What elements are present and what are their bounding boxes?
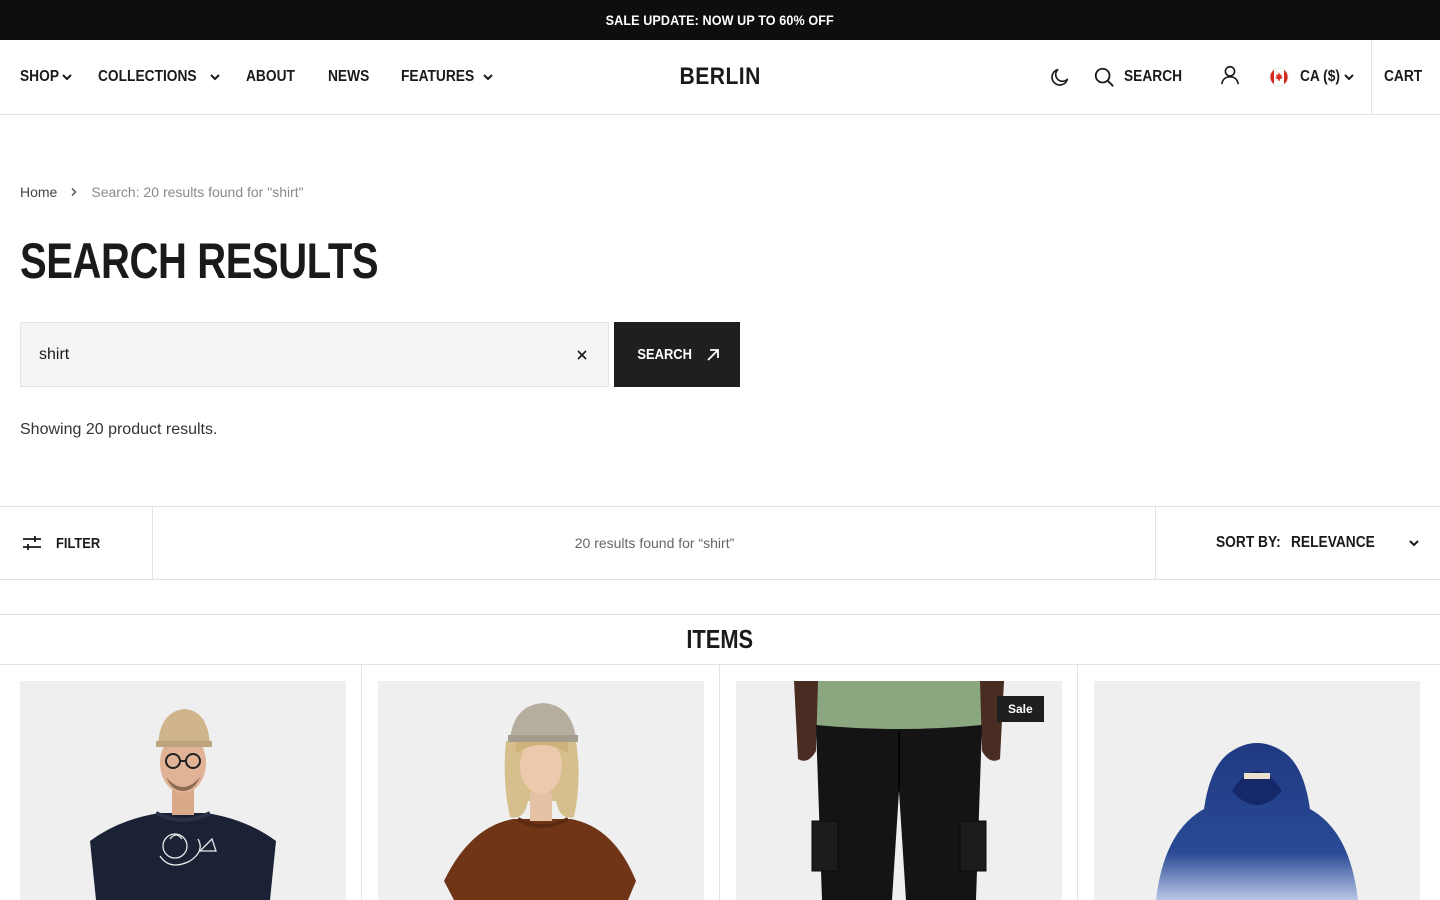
cart-button[interactable]: CART <box>1371 40 1440 114</box>
search-submit-button[interactable]: SEARCH <box>614 322 740 387</box>
breadcrumb: Home Search: 20 results found for "shirt… <box>20 184 304 200</box>
nav-features[interactable]: FEATURES <box>401 68 494 86</box>
filter-label: FILTER <box>56 534 101 552</box>
nav-about[interactable]: ABOUT <box>246 68 303 86</box>
grid-divider <box>361 665 362 900</box>
clear-search-button[interactable] <box>574 347 590 363</box>
breadcrumb-home[interactable]: Home <box>20 184 57 200</box>
close-icon <box>577 350 587 360</box>
product-image-woman-brown-tee <box>378 681 704 900</box>
grid-divider <box>719 665 720 900</box>
chevron-right-icon <box>69 187 79 197</box>
cart-label: CART <box>1383 68 1422 85</box>
header-search-label: SEARCH <box>1123 68 1183 85</box>
filter-button[interactable]: FILTER <box>0 507 153 579</box>
main-nav: SHOP COLLECTIONS ABOUT NEWS FEATURES <box>20 40 519 114</box>
breadcrumb-current: Search: 20 results found for "shirt" <box>91 184 304 200</box>
chevron-down-icon <box>1409 540 1419 547</box>
account-button[interactable] <box>1219 64 1241 86</box>
nav-news-label: NEWS <box>327 68 370 85</box>
nav-collections-label: COLLECTIONS <box>98 68 197 85</box>
product-card[interactable] <box>20 681 346 900</box>
sliders-icon <box>23 536 41 550</box>
sort-select[interactable]: SORT BY: RELEVANCE <box>1155 507 1440 579</box>
nav-shop-label: SHOP <box>20 68 59 85</box>
search-icon <box>1094 67 1114 87</box>
site-logo[interactable]: BERLIN <box>679 63 760 91</box>
product-card[interactable]: Sale <box>736 681 1062 900</box>
product-grid: Sale <box>0 665 1440 900</box>
chevron-down-icon <box>62 74 73 81</box>
nav-collections[interactable]: COLLECTIONS <box>98 68 221 86</box>
grid-divider <box>1077 665 1078 900</box>
page-title: SEARCH RESULTS <box>20 233 379 289</box>
result-count: 20 results found for “shirt” <box>153 507 1156 579</box>
moon-icon <box>1051 68 1069 86</box>
product-card[interactable] <box>1094 681 1420 900</box>
nav-shop[interactable]: SHOP <box>20 68 73 86</box>
sort-value: RELEVANCE <box>1291 534 1376 551</box>
announcement-bar: SALE UPDATE: NOW UP TO 60% OFF <box>0 0 1440 40</box>
sale-badge: Sale <box>997 696 1044 722</box>
search-input[interactable] <box>21 323 551 386</box>
theme-toggle-button[interactable] <box>1049 66 1071 88</box>
canada-flag-icon <box>1270 67 1289 87</box>
header-search-button[interactable]: SEARCH <box>1093 66 1192 88</box>
currency-selector[interactable]: CA ($) <box>1269 67 1355 87</box>
nav-features-label: FEATURES <box>400 68 475 85</box>
chevron-down-icon <box>483 74 493 81</box>
currency-label: CA ($) <box>1300 68 1341 85</box>
nav-news[interactable]: NEWS <box>328 68 376 86</box>
product-card[interactable] <box>378 681 704 900</box>
items-heading-text: ITEMS <box>686 624 754 654</box>
result-count-text: 20 results found for “shirt” <box>574 535 735 551</box>
user-icon <box>1221 65 1240 85</box>
product-image-blue-hoodie <box>1094 681 1420 900</box>
product-image-man-navy-tee <box>20 681 346 900</box>
results-note: Showing 20 product results. <box>20 421 218 438</box>
arrow-up-right-icon <box>707 348 719 361</box>
sort-label: SORT BY: <box>1216 534 1281 551</box>
nav-about-label: ABOUT <box>246 68 295 85</box>
results-toolbar: FILTER 20 results found for “shirt” SORT… <box>0 506 1440 580</box>
search-submit-label: SEARCH <box>637 346 693 363</box>
search-field <box>20 322 609 387</box>
announcement-text: SALE UPDATE: NOW UP TO 60% OFF <box>605 12 835 28</box>
site-header: SHOP COLLECTIONS ABOUT NEWS FEATURES BER… <box>0 40 1440 115</box>
chevron-down-icon <box>1344 74 1354 81</box>
chevron-down-icon <box>210 74 220 81</box>
header-actions: SEARCH CA ($) CART <box>1049 40 1440 114</box>
items-heading: ITEMS <box>0 614 1440 665</box>
